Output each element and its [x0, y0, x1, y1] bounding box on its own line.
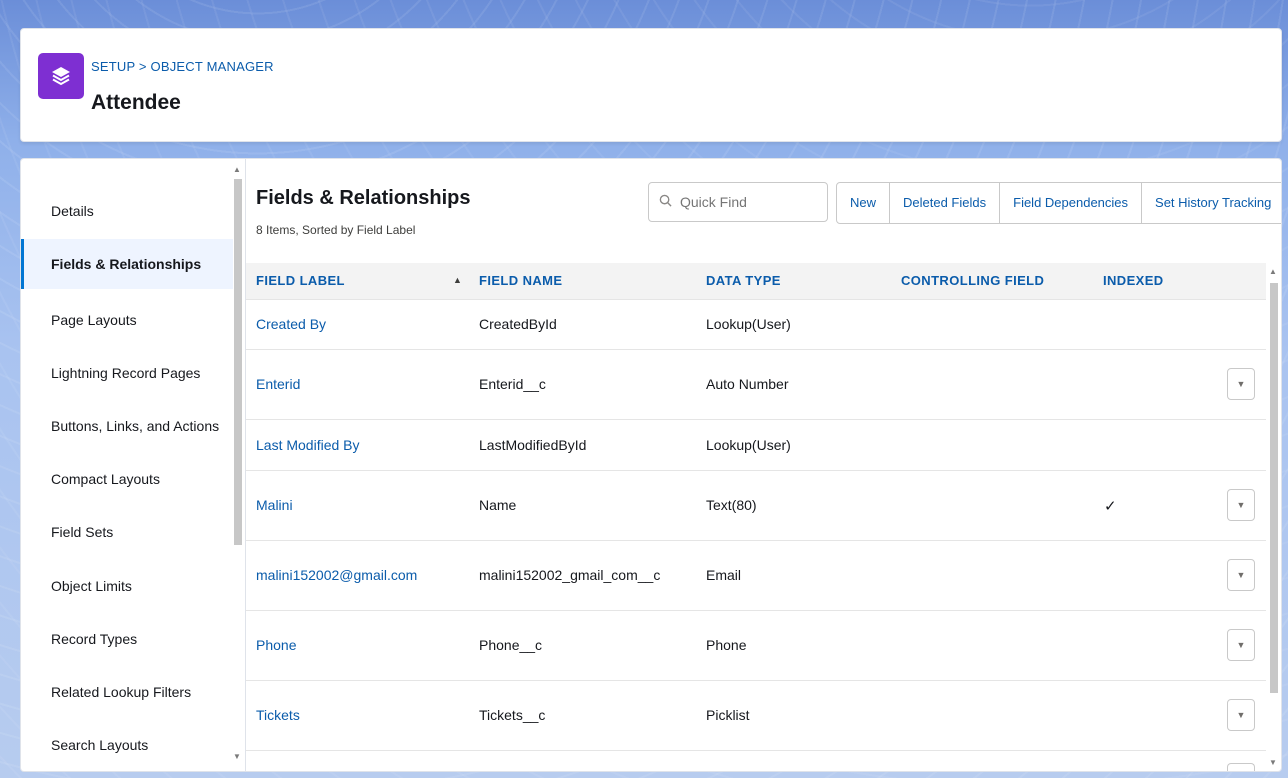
data-type-cell: Email: [706, 567, 742, 583]
row-actions-menu[interactable]: ▼: [1227, 489, 1255, 521]
scroll-down-icon[interactable]: ▼: [1269, 758, 1277, 767]
set-history-tracking-button[interactable]: Set History Tracking: [1142, 183, 1281, 223]
row-actions-menu[interactable]: [1227, 763, 1255, 771]
table-header: FIELD LABEL ▲ FIELD NAME DATA TYPE CONTR…: [246, 263, 1266, 300]
table-row: Phone Phone__c Phone ▼: [246, 611, 1266, 681]
sidebar-item-details[interactable]: Details: [21, 186, 233, 236]
chevron-down-icon: ▼: [1236, 710, 1246, 720]
indexed-check-icon: ✓: [1104, 498, 1117, 515]
section-title: Fields & Relationships: [256, 187, 471, 209]
sidebar-item-field-sets[interactable]: Field Sets: [21, 507, 233, 557]
sidebar-item-fields-relationships[interactable]: Fields & Relationships: [21, 239, 233, 289]
field-label-link[interactable]: Malini: [256, 497, 293, 513]
row-actions-menu[interactable]: ▼: [1227, 368, 1255, 400]
table-scroll-thumb[interactable]: [1270, 283, 1278, 693]
chevron-down-icon: ▼: [1236, 379, 1246, 389]
chevron-down-icon: ▼: [1236, 570, 1246, 580]
search-input[interactable]: [678, 193, 822, 211]
sidebar-item-compact-layouts[interactable]: Compact Layouts: [21, 454, 233, 504]
data-type-cell: Auto Number: [706, 376, 789, 392]
sidebar-item-lightning-record-pages[interactable]: Lightning Record Pages: [21, 348, 233, 398]
scroll-up-icon[interactable]: ▲: [233, 165, 241, 174]
object-header: SETUP > OBJECT MANAGER Attendee: [20, 28, 1282, 142]
field-name-cell: Enterid__c: [479, 376, 546, 392]
field-label-link[interactable]: Created By: [256, 316, 326, 332]
field-label-link[interactable]: Phone: [256, 637, 296, 653]
table-row: Malini Name Text(80) ✓ ▼: [246, 471, 1266, 541]
action-button-group: New Deleted Fields Field Dependencies Se…: [836, 182, 1281, 224]
column-header-field-label[interactable]: FIELD LABEL: [256, 273, 345, 288]
column-header-field-name[interactable]: FIELD NAME: [479, 273, 562, 288]
chevron-down-icon: ▼: [1236, 640, 1246, 650]
column-header-controlling-field[interactable]: CONTROLLING FIELD: [901, 273, 1044, 288]
table-row: malini152002@gmail.com malini152002_gmai…: [246, 541, 1266, 611]
search-icon: [659, 194, 672, 210]
sidebar-scroll-thumb[interactable]: [234, 179, 242, 545]
sidebar-item-buttons-links-actions[interactable]: Buttons, Links, and Actions: [21, 401, 233, 451]
layers-icon: [38, 53, 84, 99]
field-name-cell: Phone__c: [479, 637, 543, 653]
table-row: Created By CreatedById Lookup(User): [246, 300, 1266, 350]
scroll-down-icon[interactable]: ▼: [233, 752, 241, 761]
field-name-cell: LastModifiedById: [479, 437, 587, 453]
sidebar-item-related-lookup-filters[interactable]: Related Lookup Filters: [21, 667, 233, 717]
sort-ascending-icon[interactable]: ▲: [453, 275, 462, 285]
data-type-cell: Phone: [706, 637, 747, 653]
sidebar-item-page-layouts[interactable]: Page Layouts: [21, 295, 233, 345]
field-name-cell: CreatedById: [479, 316, 557, 332]
quick-find-box[interactable]: [648, 182, 828, 222]
field-label-link[interactable]: Last Modified By: [256, 437, 360, 453]
breadcrumb[interactable]: SETUP > OBJECT MANAGER: [91, 59, 274, 74]
field-dependencies-button[interactable]: Field Dependencies: [1000, 183, 1143, 223]
page-title: Attendee: [91, 91, 181, 114]
fields-panel: Fields & Relationships 8 Items, Sorted b…: [245, 158, 1282, 772]
row-actions-menu[interactable]: ▼: [1227, 559, 1255, 591]
field-label-link[interactable]: Enterid: [256, 376, 300, 392]
chevron-down-icon: ▼: [1236, 500, 1246, 510]
setup-sidebar: Details Fields & Relationships Page Layo…: [20, 158, 246, 772]
data-type-cell: Lookup(User): [706, 437, 791, 453]
data-type-cell: Text(80): [706, 497, 757, 513]
new-button[interactable]: New: [837, 183, 891, 223]
field-label-link[interactable]: Tickets: [256, 707, 300, 723]
field-name-cell: malini152002_gmail_com__c: [479, 567, 661, 583]
deleted-fields-button[interactable]: Deleted Fields: [890, 183, 1001, 223]
field-name-cell: Tickets__c: [479, 707, 546, 723]
column-header-indexed[interactable]: INDEXED: [1103, 273, 1164, 288]
table-row: Last Modified By LastModifiedById Lookup…: [246, 420, 1266, 471]
sidebar-item-record-types[interactable]: Record Types: [21, 614, 233, 664]
sidebar-item-object-limits[interactable]: Object Limits: [21, 561, 233, 611]
field-label-link[interactable]: malini152002@gmail.com: [256, 567, 417, 583]
data-type-cell: Lookup(User): [706, 316, 791, 332]
row-actions-menu[interactable]: ▼: [1227, 699, 1255, 731]
section-subtitle: 8 Items, Sorted by Field Label: [256, 223, 416, 237]
table-row: Enterid Enterid__c Auto Number ▼: [246, 350, 1266, 420]
data-type-cell: Picklist: [706, 707, 750, 723]
sidebar-item-search-layouts[interactable]: Search Layouts: [21, 720, 233, 770]
scroll-up-icon[interactable]: ▲: [1269, 267, 1277, 276]
sidebar-scrollbar[interactable]: ▲ ▼: [232, 163, 244, 763]
field-name-cell: Name: [479, 497, 517, 513]
table-row: Tickets Tickets__c Picklist ▼: [246, 681, 1266, 751]
column-header-data-type[interactable]: DATA TYPE: [706, 273, 781, 288]
row-actions-menu[interactable]: ▼: [1227, 629, 1255, 661]
table-scrollbar[interactable]: ▲ ▼: [1268, 265, 1280, 769]
